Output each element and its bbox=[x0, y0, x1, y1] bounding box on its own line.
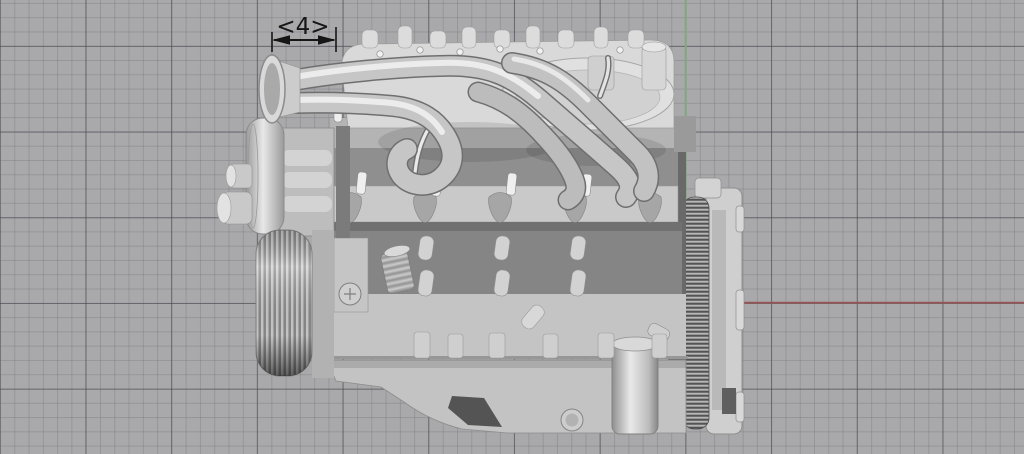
rear-cover-tower bbox=[641, 45, 667, 91]
timing-cover bbox=[312, 230, 334, 378]
engine-3d-model[interactable] bbox=[216, 25, 745, 435]
cad-viewport[interactable]: <4> bbox=[0, 0, 1024, 454]
cover-top-bumps bbox=[361, 25, 645, 49]
front-plate bbox=[333, 237, 369, 313]
dimension-label: <4> bbox=[276, 14, 329, 40]
water-pump bbox=[216, 117, 350, 238]
collector-flange bbox=[258, 54, 301, 124]
cover-rear-bracket bbox=[674, 116, 696, 152]
dimension-annotation[interactable]: <4> bbox=[271, 14, 337, 52]
crank-pulley bbox=[255, 229, 334, 378]
viewport-overlay: <4> bbox=[216, 0, 1024, 435]
flywheel-ring-gear bbox=[682, 196, 710, 430]
